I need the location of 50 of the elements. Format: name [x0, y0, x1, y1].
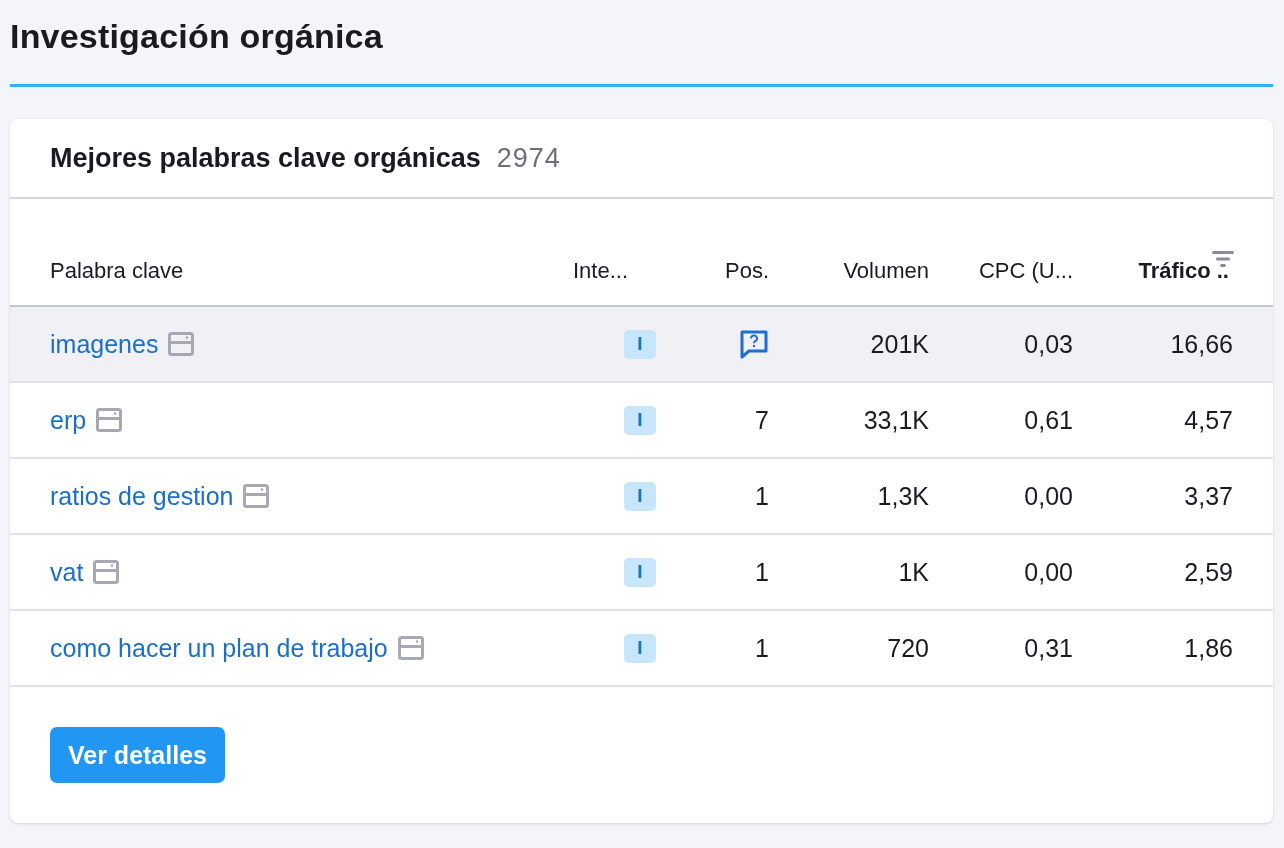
table-cell: 1K: [898, 557, 929, 587]
card-title: Mejores palabras clave orgánicas: [50, 142, 481, 174]
keyword-link[interactable]: como hacer un plan de trabajo: [50, 633, 388, 663]
table-cell: 720: [887, 633, 929, 663]
serp-icon[interactable]: [96, 408, 123, 432]
intent-badge: I: [624, 633, 656, 663]
table-cell: 7: [755, 405, 769, 435]
column-header[interactable]: Tráfico ..: [1138, 258, 1229, 284]
column-header[interactable]: Inte...: [573, 258, 629, 284]
table-cell: 1,86: [1184, 633, 1233, 663]
table-cell: 1: [755, 481, 769, 511]
serp-icon[interactable]: [93, 560, 120, 584]
table-cell: 1,3K: [877, 481, 929, 511]
table-row[interactable]: como hacer un plan de trabajo I 1 720 0,31 1,86: [10, 611, 1273, 687]
table-cell: 2,59: [1184, 557, 1233, 587]
table-row[interactable]: erp I 7 33,1K 0,61 4,57: [10, 383, 1273, 459]
page-title: Investigación orgánica: [10, 16, 384, 57]
keyword-count: 2974: [496, 142, 561, 174]
sort-icon[interactable]: [1211, 250, 1235, 268]
keyword-link[interactable]: vat: [50, 557, 84, 587]
table-cell: 0,61: [1024, 405, 1073, 435]
question-bubble-icon[interactable]: [739, 329, 769, 359]
table-cell: 16,66: [1170, 329, 1233, 359]
table-cell: 1: [755, 557, 769, 587]
table-cell: 201K: [870, 329, 929, 359]
keyword-link[interactable]: ratios de gestion: [50, 481, 234, 511]
table-row[interactable]: ratios de gestion I 1 1,3K 0,00 3,37: [10, 459, 1273, 535]
serp-icon[interactable]: [243, 484, 270, 508]
table-cell: 0,03: [1024, 329, 1073, 359]
column-header[interactable]: Pos.: [724, 258, 769, 284]
table-cell: 0,00: [1024, 481, 1073, 511]
serp-icon[interactable]: [168, 332, 195, 356]
column-header[interactable]: Volumen: [843, 258, 929, 284]
table-row[interactable]: vat I 1 1K 0,00 2,59: [10, 535, 1273, 611]
intent-badge: I: [624, 557, 656, 587]
table-cell: 1: [755, 633, 769, 663]
column-header[interactable]: Palabra clave: [50, 258, 184, 284]
serp-icon[interactable]: [397, 636, 424, 660]
table-cell: 0,31: [1024, 633, 1073, 663]
table-cell: 3,37: [1184, 481, 1233, 511]
keyword-link[interactable]: erp: [50, 405, 87, 435]
table-row[interactable]: imagenes I 201K 0,03 16,66: [10, 307, 1273, 383]
intent-badge: I: [624, 329, 656, 359]
table-cell: 0,00: [1024, 557, 1073, 587]
intent-badge: I: [624, 481, 656, 511]
intent-badge: I: [624, 405, 656, 435]
column-header[interactable]: CPC (U...: [978, 258, 1073, 284]
table-cell: 33,1K: [863, 405, 929, 435]
table-cell: 4,57: [1184, 405, 1233, 435]
keyword-link[interactable]: imagenes: [50, 329, 159, 359]
